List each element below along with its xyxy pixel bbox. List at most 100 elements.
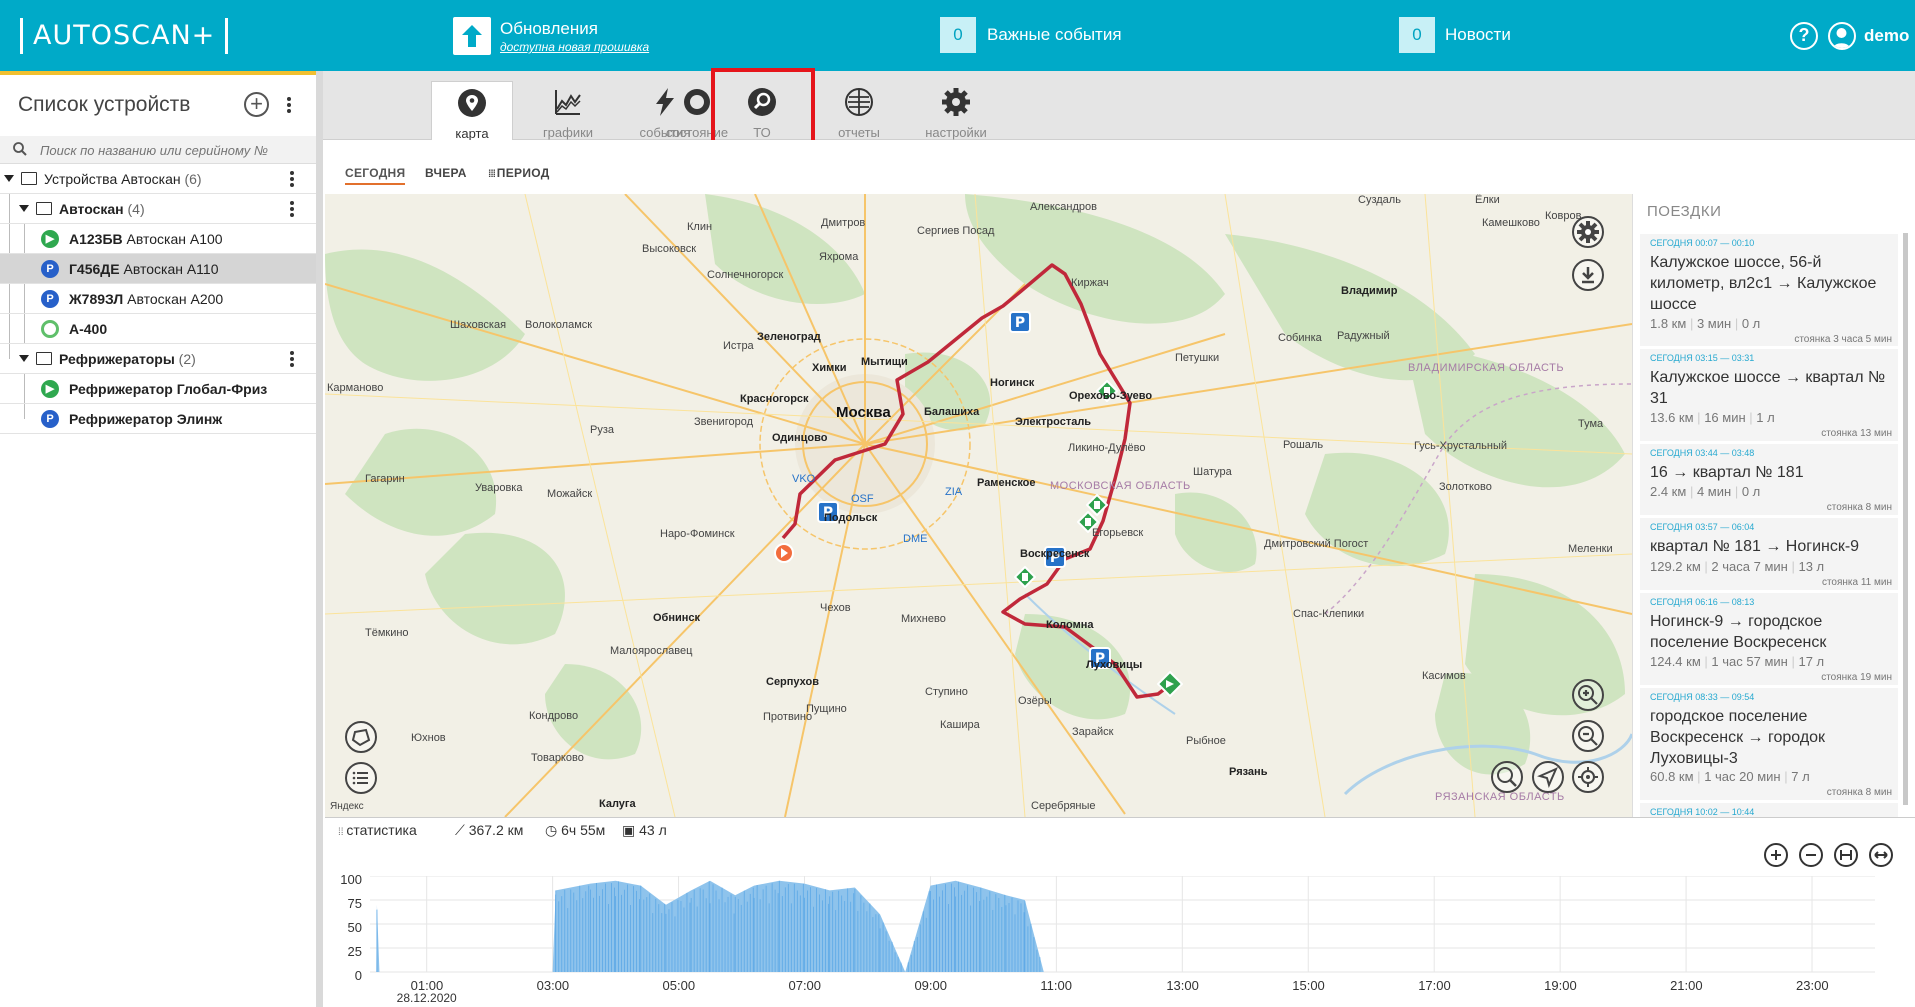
folder-icon [36, 202, 52, 215]
region-label: ВЛАДИМИРСКАЯ ОБЛАСТЬ [1408, 362, 1565, 374]
zoom-in-icon[interactable] [1572, 679, 1604, 711]
y-tick: 25 [347, 944, 362, 959]
trip-time: СЕГОДНЯ 03:57 — 06:04 [1650, 522, 1755, 532]
device-row-selected[interactable]: P Г456ДЕ Автоскан А110 [0, 254, 316, 284]
trip-item[interactable]: СЕГОДНЯ 00:07 — 00:10 Калужское шоссе, 5… [1640, 234, 1898, 346]
chart-expand-icon[interactable] [1869, 843, 1893, 867]
city-label: Калуга [599, 798, 636, 810]
lightning-icon [656, 88, 674, 116]
root-menu-icon[interactable] [290, 171, 294, 187]
device-name: Г456ДЕ [69, 261, 120, 277]
device-model: Автоскан А200 [127, 291, 224, 307]
city-label: Тума [1578, 418, 1604, 430]
trip-stop: стоянка 8 мин [1826, 502, 1892, 513]
vehicle-marker-icon[interactable] [1157, 671, 1183, 697]
polygon-tool-icon[interactable] [345, 721, 377, 753]
updates-link[interactable]: доступна новая прошивка [500, 40, 649, 54]
chart-icon [555, 90, 581, 115]
tab-charts[interactable]: графики [527, 81, 609, 140]
collapse-triangle-icon[interactable] [19, 355, 29, 362]
city-label: Раменское [977, 477, 1036, 489]
search-icon [13, 142, 27, 156]
news-label[interactable]: Новости [1445, 25, 1511, 45]
tab-events[interactable]: события [624, 81, 706, 140]
tree-group-row[interactable]: Рефрижераторы (2) [0, 344, 316, 374]
trip-item[interactable]: СЕГОДНЯ 03:44 — 03:48 16 → квартал № 181… [1640, 444, 1898, 515]
period-today[interactable]: СЕГОДНЯ [345, 166, 406, 185]
device-row[interactable]: P Ж789ЗЛ Автоскан А200 [0, 284, 316, 314]
airport-label: DME [903, 533, 928, 545]
trip-item[interactable]: СЕГОДНЯ 06:16 — 08:13 Ногинск-9 → городс… [1640, 593, 1898, 685]
username[interactable]: demo [1864, 26, 1909, 46]
device-row[interactable]: А-400 [0, 314, 316, 344]
start-marker-icon[interactable] [773, 542, 795, 564]
map-view[interactable]: P P P P Москва Ногинск Балашиха Электрос… [325, 194, 1632, 817]
user-avatar-icon[interactable] [1828, 22, 1856, 50]
total-distance: 367.2 км [468, 822, 524, 838]
city-label: Камешково [1482, 217, 1540, 229]
device-row[interactable]: ▶ Рефрижератор Глобал-Фриз [0, 374, 316, 404]
trip-item[interactable]: СЕГОДНЯ 08:33 — 09:54 городское поселени… [1640, 688, 1898, 800]
chart-fit-icon[interactable] [1834, 843, 1858, 867]
tree-group-row[interactable]: Автоскан (4) [0, 194, 316, 224]
tab-settings[interactable]: настройки [915, 81, 997, 140]
chart-zoom-out-icon[interactable] [1799, 843, 1823, 867]
group-menu-icon[interactable] [290, 201, 294, 217]
trip-route: Ногинск-9 → городское поселение Воскресе… [1650, 613, 1827, 651]
device-search-input[interactable] [40, 140, 300, 160]
city-label: Серпухов [766, 676, 820, 688]
tab-map[interactable]: карта [431, 81, 513, 141]
online-status-icon [41, 320, 59, 338]
city-label: Карманово [327, 382, 384, 394]
app-logo[interactable]: AUTOSCAN+ [20, 18, 229, 54]
period-bar [323, 140, 1915, 194]
help-icon[interactable]: ? [1790, 22, 1818, 50]
events-count-badge[interactable]: 0 [940, 17, 976, 53]
zoom-out-icon[interactable] [1572, 720, 1604, 752]
statistics-toggle[interactable]: ⁞⁞ статистика [338, 822, 417, 838]
trips-scrollbar[interactable] [1903, 233, 1908, 805]
collapse-triangle-icon[interactable] [4, 175, 14, 182]
city-label: Уваровка [475, 482, 523, 494]
city-label: Собинка [1278, 332, 1322, 344]
locate-icon[interactable] [1572, 761, 1604, 793]
search-map-icon[interactable] [1491, 761, 1523, 793]
fuel-marker-icon[interactable] [1014, 566, 1036, 588]
trip-item[interactable]: СЕГОДНЯ 03:15 — 03:31 Калужское шоссе → … [1640, 349, 1898, 441]
trip-stop: стоянка 8 мин [1826, 787, 1892, 798]
download-icon[interactable] [1572, 259, 1604, 291]
city-label: Серебряные [1031, 800, 1096, 812]
city-label: Подольск [824, 512, 878, 524]
period-yesterday[interactable]: ВЧЕРА [425, 166, 467, 180]
city-label: Владимир [1341, 285, 1398, 297]
chart-zoom-in-icon[interactable] [1764, 843, 1788, 867]
trip-fuel: 7 л [1791, 769, 1810, 784]
collapse-triangle-icon[interactable] [19, 205, 29, 212]
add-device-button[interactable]: + [244, 92, 269, 117]
trip-item[interactable]: СЕГОДНЯ 10:02 — 10:44 [1640, 803, 1898, 817]
map-copyright[interactable]: Яндекс [330, 801, 364, 812]
period-custom[interactable]: ⁞⁞⁞ ПЕРИОД [488, 166, 550, 180]
navigate-icon[interactable] [1532, 761, 1564, 793]
sidebar-divider[interactable] [316, 71, 323, 1007]
update-button[interactable] [453, 17, 491, 55]
device-row[interactable]: P Рефрижератор Элинж [0, 404, 316, 434]
map-pin-icon [458, 89, 486, 117]
map-settings-gear-icon[interactable] [1572, 216, 1604, 248]
device-row[interactable]: ▶ А123БВ Автоскан А100 [0, 224, 316, 254]
city-label: Электросталь [1015, 416, 1092, 428]
trip-duration: 1 час 20 мин [1704, 769, 1781, 784]
tab-reports[interactable]: отчеты [818, 81, 900, 140]
sidebar-title: Список устройств [18, 93, 191, 116]
parking-marker-icon[interactable]: P [1008, 310, 1032, 334]
group-menu-icon[interactable] [290, 351, 294, 367]
speed-chart[interactable] [370, 876, 1910, 976]
events-label[interactable]: Важные события [987, 25, 1122, 45]
trip-item[interactable]: СЕГОДНЯ 03:57 — 06:04 квартал № 181 → Но… [1640, 518, 1898, 590]
tree-root-row[interactable]: Устройства Автоскан (6) [0, 164, 316, 194]
sidebar-menu-icon[interactable] [287, 97, 291, 113]
news-count-badge[interactable]: 0 [1399, 17, 1435, 53]
airport-label: ZIA [945, 486, 963, 498]
city-label: Ступино [925, 686, 968, 698]
layers-list-icon[interactable] [345, 762, 377, 794]
